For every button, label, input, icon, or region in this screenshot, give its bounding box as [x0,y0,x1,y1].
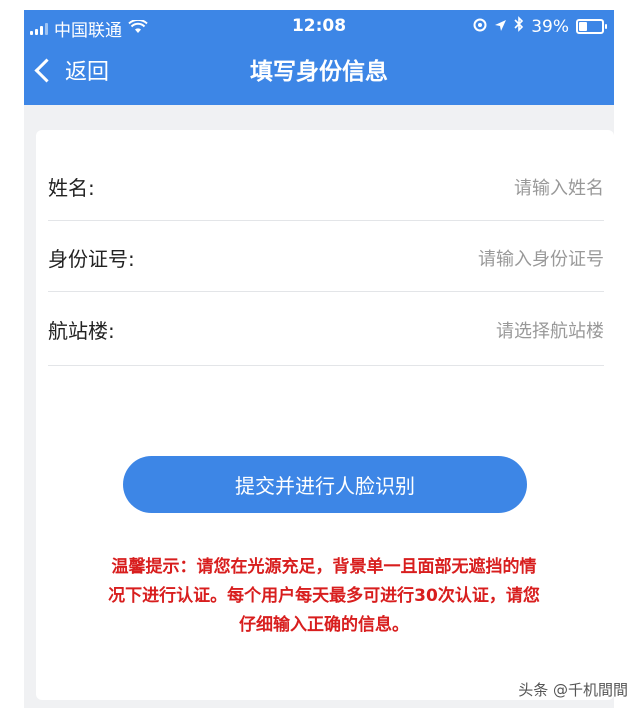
bluetooth-icon [514,16,524,37]
status-right: 39% [473,16,607,37]
name-field[interactable]: 姓名: 请输入姓名 [48,150,604,221]
header: 中国联通 12:08 39% 返回 填写身份信息 [24,10,614,105]
location-lock-icon [473,17,487,37]
id-number-field[interactable]: 身份证号: 请输入身份证号 [48,221,604,292]
tip-line-3: 仔细输入正确的信息。 [239,615,409,635]
id-number-label: 身份证号: [48,247,135,271]
warm-tip: 温馨提示：请您在光源充足，背景单一且面部无遮挡的情 况下进行认证。每个用户每天最… [64,553,584,640]
terminal-label: 航站楼: [48,319,115,343]
phone-screen: 中国联通 12:08 39% 返回 填写身份信息 姓名: 请输入姓名 身份证号:… [24,10,614,708]
battery-icon [576,19,607,34]
nav-bar: 返回 填写身份信息 [24,48,614,98]
submit-face-recognition-button[interactable]: 提交并进行人脸识别 [123,456,527,513]
form-card: 姓名: 请输入姓名 身份证号: 请输入身份证号 航站楼: 请选择航站楼 提交并进… [36,130,614,700]
watermark: 头条 @千机間間 [518,681,628,699]
name-input[interactable]: 请输入姓名 [514,174,604,200]
id-number-input[interactable]: 请输入身份证号 [478,245,604,271]
terminal-field[interactable]: 航站楼: 请选择航站楼 [48,293,604,366]
arrow-icon [494,17,507,37]
status-bar: 中国联通 12:08 39% [24,10,614,44]
battery-percent: 39% [531,16,569,37]
terminal-select[interactable]: 请选择航站楼 [496,317,604,343]
tip-line-2: 况下进行认证。每个用户每天最多可进行30次认证，请您 [108,586,540,606]
tip-line-1: 温馨提示：请您在光源充足，背景单一且面部无遮挡的情 [111,557,537,577]
page-title: 填写身份信息 [250,59,388,85]
name-label: 姓名: [48,176,95,200]
